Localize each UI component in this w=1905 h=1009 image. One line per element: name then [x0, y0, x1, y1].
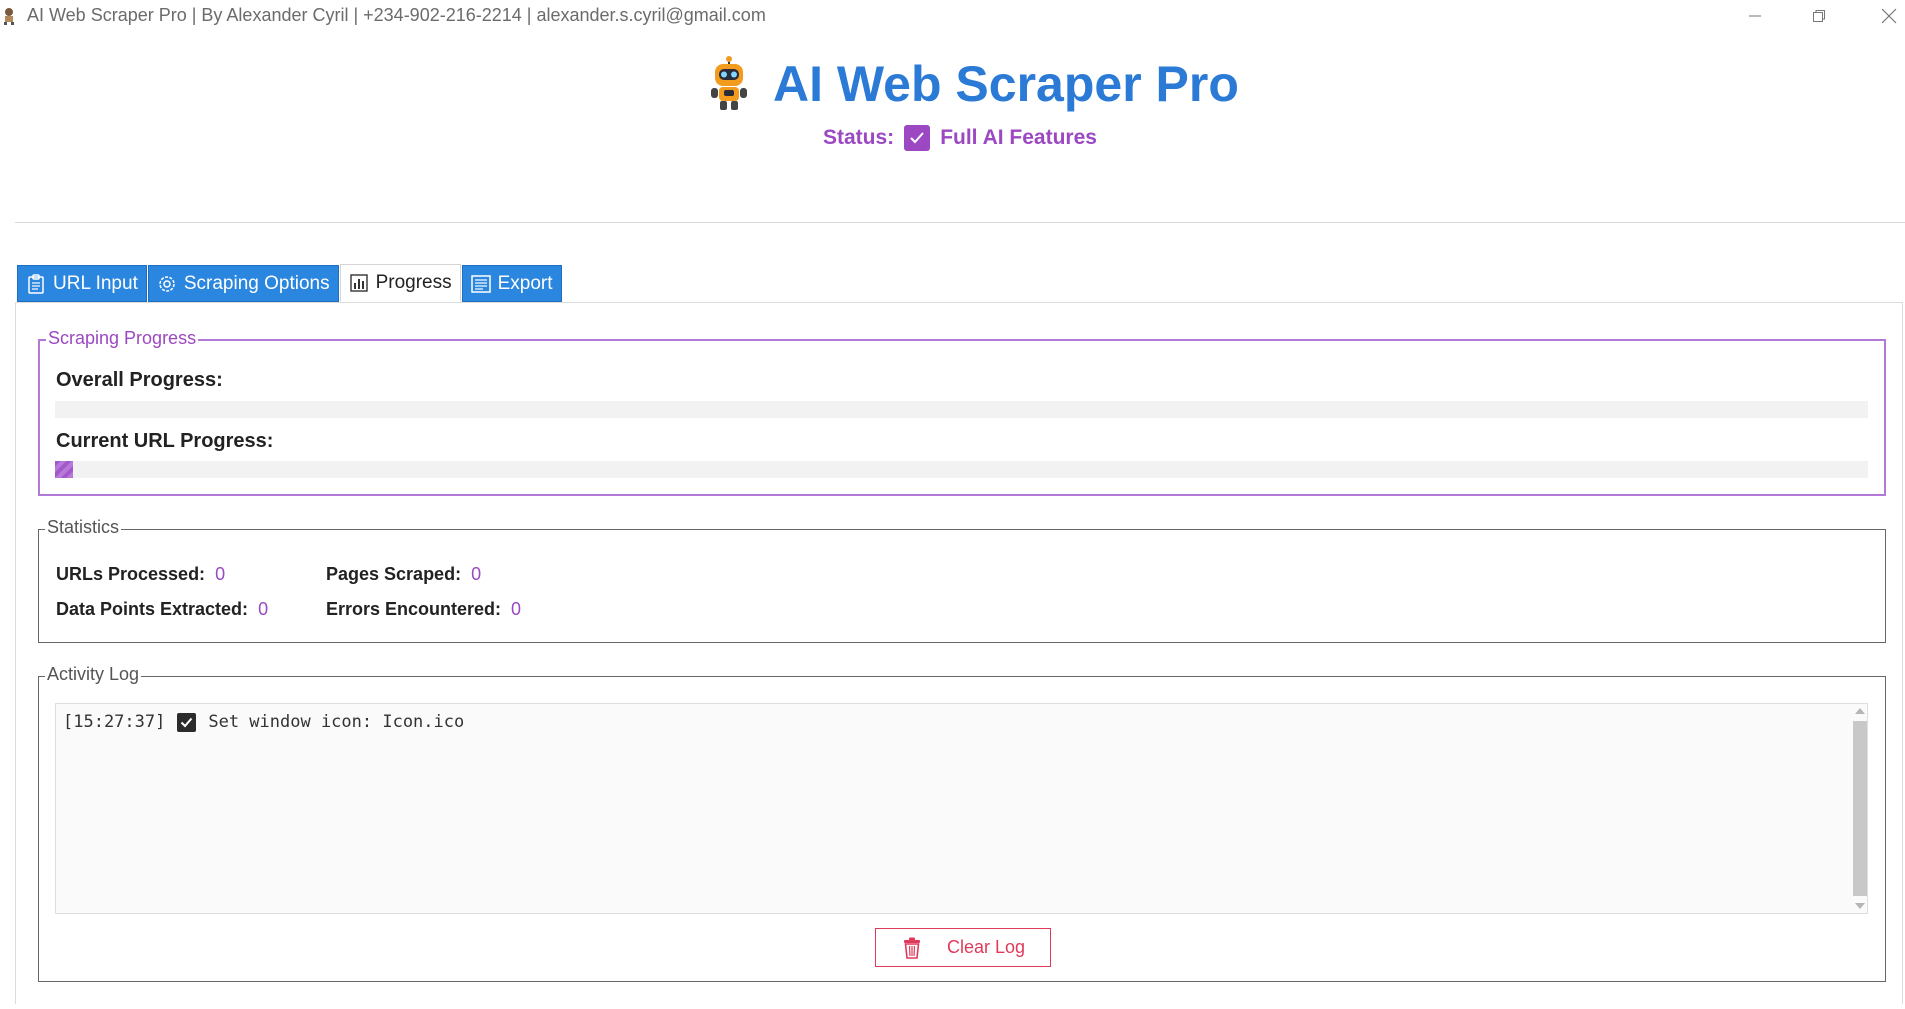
- close-icon: [1881, 8, 1897, 24]
- checkbox-checked-icon: [177, 712, 197, 732]
- clear-log-button[interactable]: Clear Log: [875, 928, 1051, 967]
- close-button[interactable]: [1859, 0, 1905, 32]
- bar-chart-icon: [349, 273, 369, 293]
- app-title: AI Web Scraper Pro: [773, 56, 1239, 112]
- tab-label: Export: [497, 272, 553, 294]
- stat-label: Errors Encountered:: [326, 599, 502, 619]
- group-title: Statistics: [45, 517, 122, 538]
- checkmark-icon: [904, 125, 931, 151]
- app-icon: [2, 7, 16, 25]
- minimize-icon: [1748, 9, 1762, 23]
- log-entry: [15:27:37] Set window icon: Icon.ico: [63, 712, 464, 732]
- window-title: AI Web Scraper Pro | By Alexander Cyril …: [27, 5, 766, 25]
- stat-label: Data Points Extracted:: [56, 599, 249, 619]
- stat-errors-encountered: Errors Encountered: 0: [326, 599, 521, 620]
- minimize-button[interactable]: [1725, 0, 1785, 32]
- tab-progress[interactable]: Progress: [339, 264, 461, 302]
- stat-data-points-extracted: Data Points Extracted: 0: [56, 599, 268, 620]
- stat-urls-processed: URLs Processed: 0: [56, 564, 225, 585]
- tab-label: Scraping Options: [183, 272, 330, 294]
- stat-value: 0: [511, 599, 522, 619]
- tab-export[interactable]: Export: [461, 265, 562, 302]
- tab-url-input[interactable]: URL Input: [17, 265, 147, 302]
- current-url-progress-fill: [55, 461, 74, 478]
- trash-icon: [901, 937, 923, 959]
- robot-icon: [705, 56, 753, 112]
- tab-bar: URL Input Scraping Options Progress Expo…: [17, 264, 563, 302]
- clipboard-icon: [26, 273, 46, 294]
- current-url-progress-bar: [55, 461, 1868, 478]
- tab-label: URL Input: [53, 272, 138, 294]
- statistics-group: Statistics: [38, 517, 1886, 643]
- stat-label: URLs Processed:: [56, 564, 206, 584]
- status-value: Full AI Features: [940, 126, 1097, 149]
- stat-value: 0: [258, 599, 269, 619]
- group-title: Activity Log: [45, 664, 142, 685]
- header-divider: [15, 222, 1905, 223]
- activity-log-textarea[interactable]: [15:27:37] Set window icon: Icon.ico: [55, 703, 1868, 914]
- scroll-up-icon[interactable]: [1855, 708, 1865, 714]
- stat-value: 0: [471, 564, 482, 584]
- status-indicator: Status: Full AI Features: [823, 124, 1097, 152]
- gear-icon: [157, 274, 177, 294]
- scrollbar-thumb[interactable]: [1853, 721, 1867, 896]
- stat-value: 0: [215, 564, 226, 584]
- log-scrollbar[interactable]: [1852, 703, 1868, 914]
- restore-button[interactable]: [1789, 0, 1849, 32]
- group-title: Scraping Progress: [46, 328, 199, 349]
- stat-label: Pages Scraped:: [326, 564, 462, 584]
- document-icon: [470, 274, 491, 294]
- title-bar: AI Web Scraper Pro | By Alexander Cyril …: [0, 0, 1905, 32]
- log-message: Set window icon: Icon.ico: [208, 712, 465, 732]
- overall-progress-bar: [55, 401, 1868, 418]
- stat-pages-scraped: Pages Scraped: 0: [326, 564, 481, 585]
- status-label: Status:: [823, 126, 895, 149]
- overall-progress-label: Overall Progress:: [56, 369, 223, 391]
- current-url-progress-label: Current URL Progress:: [56, 430, 274, 452]
- restore-icon: [1812, 9, 1826, 23]
- clear-log-label: Clear Log: [946, 937, 1026, 957]
- log-timestamp: [15:27:37]: [63, 712, 166, 732]
- tab-scraping-options[interactable]: Scraping Options: [147, 265, 339, 302]
- tab-label: Progress: [375, 272, 452, 293]
- scroll-down-icon[interactable]: [1855, 903, 1865, 909]
